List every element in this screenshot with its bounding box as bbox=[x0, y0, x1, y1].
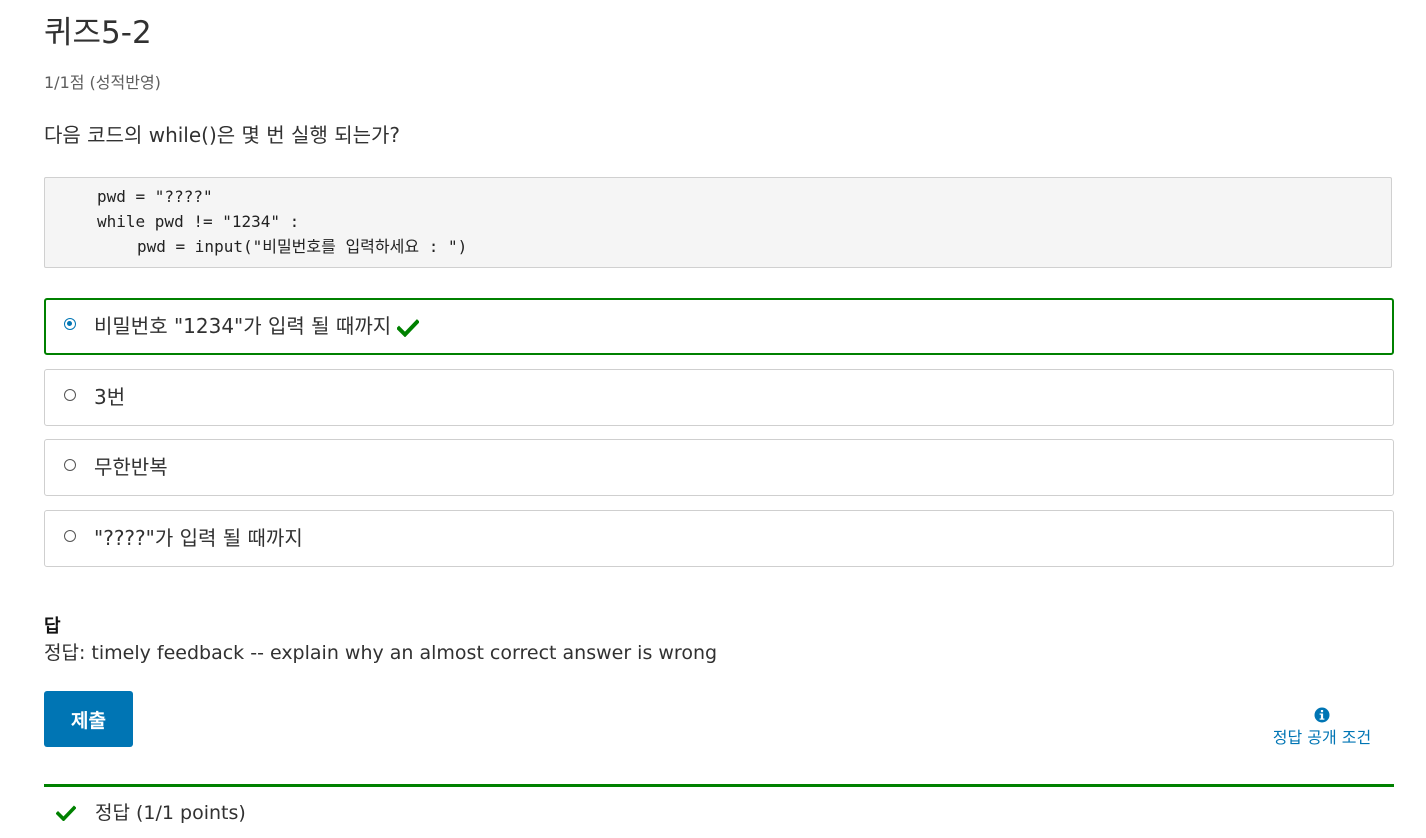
option-label: "????"가 입력 될 때까지 bbox=[94, 526, 303, 550]
radio-button[interactable] bbox=[64, 389, 76, 401]
answer-option-4[interactable]: "????"가 입력 될 때까지 bbox=[44, 510, 1394, 567]
question-text: 다음 코드의 while()은 몇 번 실행 되는가? bbox=[44, 123, 401, 147]
answer-option-3[interactable]: 무한반복 bbox=[44, 439, 1394, 496]
code-line: pwd = "????" bbox=[97, 187, 213, 206]
quiz-page: 퀴즈5-2 1/1점 (성적반영) 다음 코드의 while()은 몇 번 실행… bbox=[0, 0, 1426, 838]
answer-heading: 답 bbox=[44, 616, 61, 637]
option-label-wrapper: 비밀번호 "1234"가 입력 될 때까지 bbox=[94, 313, 420, 339]
check-icon bbox=[56, 805, 76, 821]
radio-button[interactable] bbox=[64, 459, 76, 471]
radio-button[interactable] bbox=[64, 530, 76, 542]
code-line: while pwd != "1234" : bbox=[97, 212, 300, 231]
option-label: 3번 bbox=[94, 385, 126, 409]
code-block: pwd = "????" while pwd != "1234" : pwd =… bbox=[44, 177, 1392, 268]
feedback-divider bbox=[44, 784, 1394, 787]
answer-text: 정답: timely feedback -- explain why an al… bbox=[44, 642, 718, 664]
info-circle-icon bbox=[1314, 707, 1330, 723]
show-answer-conditions-label: 정답 공개 조건 bbox=[1272, 728, 1372, 747]
answer-option-1[interactable]: 비밀번호 "1234"가 입력 될 때까지 bbox=[44, 298, 1394, 355]
code-line: pwd = input("비밀번호를 입력하세요 : ") bbox=[137, 237, 468, 256]
radio-dot bbox=[67, 321, 72, 326]
radio-button-selected[interactable] bbox=[64, 318, 76, 330]
option-label: 비밀번호 "1234"가 입력 될 때까지 bbox=[94, 314, 392, 338]
option-label: 무한반복 bbox=[94, 455, 168, 479]
page-title: 퀴즈5-2 bbox=[44, 15, 152, 51]
check-icon bbox=[397, 318, 420, 337]
answer-option-2[interactable]: 3번 bbox=[44, 369, 1394, 426]
show-answer-conditions-link[interactable]: 정답 공개 조건 bbox=[1262, 707, 1382, 749]
score-label: 1/1점 (성적반영) bbox=[44, 73, 161, 92]
feedback-status: 정답 (1/1 points) bbox=[95, 802, 246, 824]
submit-button[interactable]: 제출 bbox=[44, 691, 133, 747]
